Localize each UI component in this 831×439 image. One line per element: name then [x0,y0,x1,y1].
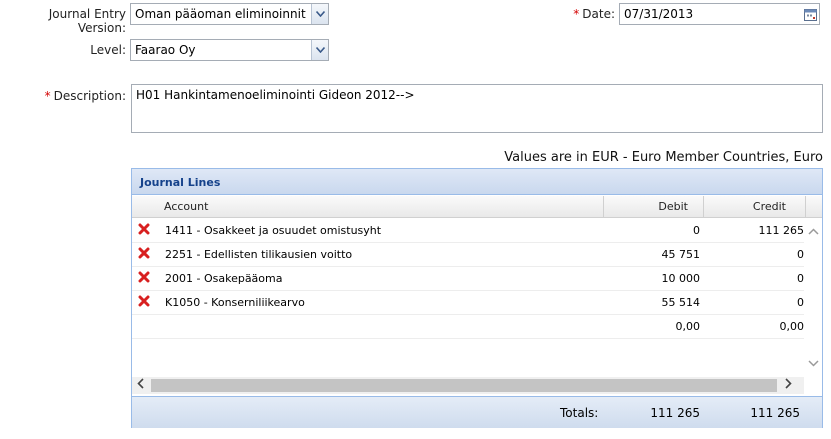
level-value: Faarao Oy [135,43,196,57]
date-label-wrap: * Date: [540,7,615,21]
chevron-left-icon[interactable] [137,377,144,394]
credit-cell[interactable]: 0 [797,267,804,291]
credit-cell[interactable]: 0 [797,243,804,267]
table-row[interactable]: 2001 - Osakepääoma 10 000 0 [132,267,804,291]
description-textarea[interactable]: H01 Hankintamenoeliminointi Gideon 2012-… [131,84,823,133]
debit-cell[interactable]: 45 751 [662,243,701,267]
journal-version-value: Oman pääoman eliminoinnit [135,7,306,21]
column-header-row: Account Debit Credit [132,196,822,218]
col-header-debit[interactable]: Debit [658,196,688,218]
credit-cell[interactable]: 111 265 [759,219,805,243]
table-row[interactable]: K1050 - Konserniliikearvo 55 514 0 [132,291,804,315]
debit-cell[interactable]: 10 000 [662,267,701,291]
chevron-down-icon[interactable] [808,355,819,372]
delete-x-icon[interactable] [138,247,152,261]
table-row[interactable]: 2251 - Edellisten tilikausien voitto 45 … [132,243,804,267]
col-header-account[interactable]: Account [164,196,208,218]
col-header-credit[interactable]: Credit [753,196,786,218]
journal-lines-title: Journal Lines [132,169,822,195]
new-entry-row[interactable]: 0,00 0,00 [132,315,804,339]
calendar-icon[interactable] [801,4,819,24]
account-cell[interactable]: 1411 - Osakkeet ja osuudet omistusyht [165,219,381,243]
account-cell[interactable]: 2251 - Edellisten tilikausien voitto [165,243,352,267]
delete-x-icon[interactable] [138,295,152,309]
currency-note: Values are in EUR - Euro Member Countrie… [504,150,823,165]
level-label: Level: [90,43,126,57]
delete-x-icon[interactable] [138,271,152,285]
date-label: Date: [582,7,615,21]
totals-label: Totals: [560,406,599,420]
description-label-wrap: * Description: [0,89,126,103]
chevron-up-icon[interactable] [808,223,819,240]
journal-version-label: Journal Entry Version: [48,7,126,35]
credit-cell[interactable]: 0 [797,291,804,315]
vertical-scrollbar[interactable] [805,219,822,385]
delete-x-icon[interactable] [138,223,152,237]
table-row[interactable]: 1411 - Osakkeet ja osuudet omistusyht 0 … [132,219,804,243]
totals-bar: Totals: 111 265 111 265 [132,396,822,428]
horizontal-scrollbar[interactable] [132,377,804,394]
date-field[interactable]: 07/31/2013 [619,3,820,25]
date-required-mark: * [573,7,580,21]
chevron-down-icon[interactable] [311,40,328,60]
total-credit: 111 265 [750,406,800,420]
new-credit-cell[interactable]: 0,00 [780,315,805,339]
debit-cell[interactable]: 0 [693,219,700,243]
account-cell[interactable]: K1050 - Konserniliikearvo [165,291,305,315]
chevron-down-icon[interactable] [311,4,328,24]
journal-lines-panel: Journal Lines Account Debit Credit 1411 … [131,168,823,428]
description-label: Description: [53,89,126,103]
total-debit: 111 265 [650,406,700,420]
date-value: 07/31/2013 [624,7,694,21]
chevron-right-icon[interactable] [785,377,792,394]
level-select[interactable]: Faarao Oy [130,39,329,61]
description-required-mark: * [44,89,51,103]
journal-version-select[interactable]: Oman pääoman eliminoinnit [130,3,329,25]
debit-cell[interactable]: 55 514 [662,291,701,315]
new-debit-cell[interactable]: 0,00 [676,315,701,339]
account-cell[interactable]: 2001 - Osakepääoma [165,267,282,291]
horizontal-scroll-thumb[interactable] [151,379,777,392]
